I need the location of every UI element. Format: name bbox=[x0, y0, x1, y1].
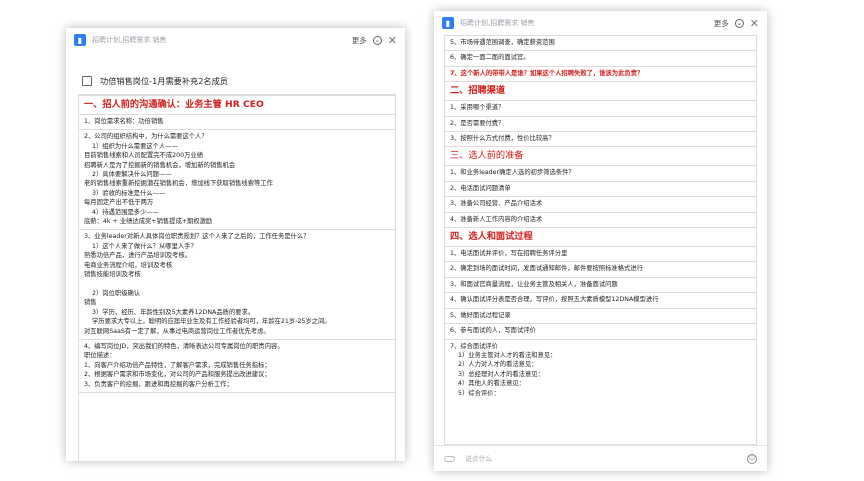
doc-line: 4、确认面试评分表是否合理，写评价，按照五大素质模型12DNA模型进行 bbox=[450, 296, 659, 304]
doc-line: 1、和业务leader确定人选的初步筛选条件？ bbox=[450, 169, 575, 177]
doc-item: 6、参与面试的人，写面试评价 bbox=[445, 324, 756, 340]
doc-line: 2）具体要解决什么问题—— bbox=[92, 171, 172, 179]
section-heading-3: 三、选人前的准备 bbox=[445, 147, 756, 167]
more-chevron-icon[interactable]: ⌄ bbox=[734, 18, 744, 28]
doc-line-highlight: 7、这个新人的带带人是谁？如果这个人招聘失败了，谁该为此负责？ bbox=[450, 69, 644, 77]
doc-line: 1、电话面试并评价，写在招聘任务评分里 bbox=[450, 250, 568, 258]
doc-line: 2、电话面试问题清单 bbox=[450, 184, 511, 192]
doc-line: 1、向客户介绍功倍产品特性，了解客户需求，完成销售任务指标； bbox=[84, 361, 271, 369]
doc-item: 3、按照什么方式付费，性价比较高？ bbox=[445, 132, 756, 148]
doc-block-4: 4、编写岗位JD，突出我们的特色，清晰表达公司专属岗位的职责内容。 职位描述： … bbox=[79, 340, 395, 393]
right-panel-header: ▮ 招聘计划,招聘需求 销售 更多 ⌄ ✕ bbox=[434, 11, 767, 35]
doc-line: 3、负责客户的挖掘、跟进和再挖掘的客户分析工作； bbox=[84, 380, 233, 388]
doc-line: 4）待遇范围是多少—— bbox=[92, 208, 159, 216]
doc-item: 4、确认面试评分表是否合理，写评价，按照五大素质模型12DNA模型进行 bbox=[445, 293, 756, 309]
more-button[interactable]: 更多 bbox=[714, 18, 729, 29]
doc-line: 每月固定产出不低于两万 bbox=[84, 199, 154, 207]
doc-line: 3、按照什么方式付费，性价比较高？ bbox=[450, 135, 555, 143]
task-checkbox[interactable] bbox=[82, 75, 92, 86]
doc-line: 熟悉功倍产品，进行产品培训及考核。 bbox=[84, 252, 192, 260]
app-logo-icon: ▮ bbox=[74, 34, 86, 46]
left-panel-header: ▮ 招聘计划,招聘需求 销售 更多 ⌄ ✕ bbox=[66, 28, 405, 52]
doc-item: 2、电话面试问题清单 bbox=[445, 182, 756, 198]
doc-block-2: 2、公司的组织结构中，为什么需要这个人？ 1）组织为什么需要这个人—— 目前销售… bbox=[79, 130, 395, 231]
more-chevron-icon[interactable]: ⌄ bbox=[372, 35, 382, 45]
doc-line: 3）学历、经历、年龄性别及5大素养12DNA品质的要求。 bbox=[92, 308, 255, 316]
doc-line: 2、确定到场的面试时间，发面试通知邮件，邮件要按照标准格式进行 bbox=[450, 265, 643, 273]
doc-item: 2、确定到场的面试时间，发面试通知邮件，邮件要按照标准格式进行 bbox=[445, 262, 756, 278]
doc-line: 1、采用哪个渠道？ bbox=[450, 104, 505, 112]
doc-line: 电商业务流程介绍，培训及考核 bbox=[84, 261, 173, 269]
doc-line: 4、编写岗位JD，突出我们的特色，清晰表达公司专属岗位的职责内容。 bbox=[84, 342, 284, 350]
doc-line: 对互联网SaaS有一定了解，从事过电商运营岗位工作者优先考虑。 bbox=[84, 327, 270, 335]
breadcrumb-title: 招聘计划,招聘需求 销售 bbox=[460, 19, 535, 27]
doc-line: 1）组织为什么需要这个人—— bbox=[92, 142, 178, 150]
doc-line bbox=[84, 280, 390, 289]
doc-item: 1、采用哪个渠道？ bbox=[445, 101, 756, 117]
doc-item: 3、和面试官商量流程，让业务主管及相关人，准备面试问题 bbox=[445, 278, 756, 294]
doc-line: 7、综合面试评价 bbox=[450, 342, 499, 350]
doc-line: 2）人力对人才的看法意见： bbox=[458, 361, 538, 369]
doc-line: 6、参与面试的人，写面试评价 bbox=[450, 327, 536, 335]
left-document: 一、招人前的沟通确认：业务主管 HR CEO 1、岗位需求名称：功倍销售 2、公… bbox=[78, 94, 396, 461]
doc-item: 7、综合面试评价 1）业务主管对人才的看法和意见： 2）人力对人才的看法意见： … bbox=[445, 340, 756, 401]
close-icon[interactable]: ✕ bbox=[388, 35, 397, 46]
app-logo-icon: ▮ bbox=[442, 17, 454, 29]
comment-bar: ☺ bbox=[434, 445, 767, 471]
doc-line: 底薪：4k + 业绩达成奖+销售提成+期权激励 bbox=[84, 218, 213, 226]
doc-line: 1、岗位需求名称：功倍销售 bbox=[84, 118, 164, 125]
doc-block-3: 3、业务leader对新人具体岗位职责规划？这个人来了之后的，工作任务是什么？ … bbox=[79, 230, 395, 340]
doc-line: 2、公司的组织结构中，为什么需要这个人？ bbox=[84, 133, 208, 141]
doc-line: 5）综合评价： bbox=[458, 389, 500, 397]
task-item: 功倍销售岗位-1月需要补充2名成员 bbox=[66, 52, 405, 100]
right-task-panel: ▮ 招聘计划,招聘需求 销售 更多 ⌄ ✕ 5、市场待遇范围调查，确定薪资范围 … bbox=[434, 11, 767, 471]
left-task-panel: ▮ 招聘计划,招聘需求 销售 更多 ⌄ ✕ 功倍销售岗位-1月需要补充2名成员 … bbox=[66, 28, 405, 461]
doc-line: 老的销售线索重新挖掘潜在销售机会，增加线下获取销售线索等工作 bbox=[84, 180, 273, 188]
doc-item: 5、做好面试过程记录 bbox=[445, 309, 756, 325]
doc-item: 3、准备公司经营、产品介绍话术 bbox=[445, 197, 756, 213]
doc-block-1: 1、岗位需求名称：功倍销售 bbox=[79, 115, 395, 131]
doc-line: 学历要求大专以上，聪明的应届毕业生及有工作经验者均可，年龄在21岁-25岁之间。 bbox=[92, 318, 331, 326]
doc-item: 6、确定一面二面的面试官。 bbox=[445, 51, 756, 67]
right-document: 5、市场待遇范围调查，确定薪资范围 6、确定一面二面的面试官。 7、这个新人的带… bbox=[444, 35, 757, 445]
doc-line: 目前销售线索和人员配置完不成200万业绩 bbox=[84, 152, 204, 160]
doc-line: 4、准备新人工作内容的介绍话术 bbox=[450, 215, 543, 223]
doc-line: 6、确定一面二面的面试官。 bbox=[450, 54, 530, 62]
doc-line: 3）总经理对人才的看法意见： bbox=[458, 370, 544, 378]
doc-line: 2、根据客户需求和市场变化，对公司的产品和服务提出改进建议； bbox=[84, 371, 271, 379]
comment-icon bbox=[444, 455, 455, 462]
doc-line: 销售 bbox=[84, 299, 97, 307]
close-icon[interactable]: ✕ bbox=[750, 18, 759, 29]
doc-line: 4）其他人的看法意见： bbox=[458, 380, 525, 388]
doc-item: 7、这个新人的带带人是谁？如果这个人招聘失败了，谁该为此负责？ bbox=[445, 67, 756, 83]
doc-line: 5、市场待遇范围调查，确定薪资范围 bbox=[450, 39, 555, 46]
section-heading-2: 二、招聘渠道 bbox=[445, 82, 756, 102]
doc-line: 招聘新人是为了挖掘新的销售机会，增加新的销售机会 bbox=[84, 161, 236, 169]
doc-line: 3、和面试官商量流程，让业务主管及相关人，准备面试问题 bbox=[450, 280, 618, 288]
breadcrumb-title: 招聘计划,招聘需求 销售 bbox=[92, 36, 167, 44]
comment-input[interactable] bbox=[465, 454, 737, 463]
doc-line: 5、做好面试过程记录 bbox=[450, 311, 511, 319]
doc-line: 2、是否需要付费？ bbox=[450, 119, 505, 127]
section-heading-4: 四、选人和面试过程 bbox=[445, 228, 756, 248]
doc-line: 3、业务leader对新人具体岗位职责规划？这个人来了之后的，工作任务是什么？ bbox=[84, 233, 310, 241]
emoji-icon[interactable]: ☺ bbox=[747, 453, 757, 464]
doc-item: 1、电话面试并评价，写在招聘任务评分里 bbox=[445, 247, 756, 263]
doc-line: 1）这个人来了做什么？从哪里入手？ bbox=[92, 242, 197, 250]
doc-line: 1）业务主管对人才的看法和意见： bbox=[458, 351, 557, 359]
doc-item: 4、准备新人工作内容的介绍话术 bbox=[445, 213, 756, 229]
doc-line: 销售技能培训及考核 bbox=[84, 271, 141, 279]
doc-item: 5、市场待遇范围调查，确定薪资范围 bbox=[445, 36, 756, 52]
doc-line: 3、准备公司经营、产品介绍话术 bbox=[450, 200, 543, 208]
doc-line: 2）岗位职级确认 bbox=[92, 289, 141, 297]
doc-line: 职位描述： bbox=[84, 352, 116, 360]
doc-item: 2、是否需要付费？ bbox=[445, 117, 756, 133]
task-title[interactable]: 功倍销售岗位-1月需要补充2名成员 bbox=[100, 75, 228, 87]
doc-item: 1、和业务leader确定人选的初步筛选条件？ bbox=[445, 166, 756, 182]
doc-line: 3）验收的标准是什么—— bbox=[92, 189, 166, 197]
more-button[interactable]: 更多 bbox=[352, 35, 367, 46]
section-heading-1: 一、招人前的沟通确认：业务主管 HR CEO bbox=[79, 95, 395, 115]
